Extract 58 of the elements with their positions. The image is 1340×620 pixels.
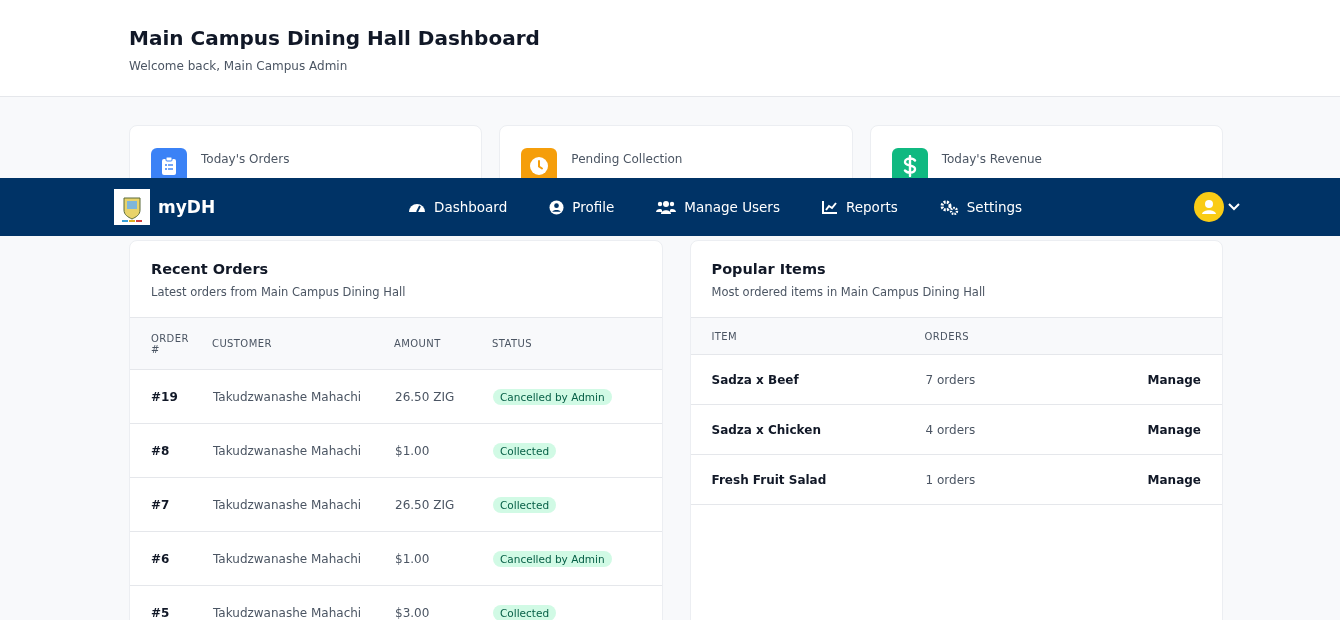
order-count: 4 orders (925, 422, 976, 437)
line-chart-icon (821, 200, 838, 214)
order-amount: 26.50 ZIG (395, 389, 455, 404)
manage-link[interactable]: Manage (1147, 372, 1201, 387)
nav-link[interactable]: Profile (549, 199, 615, 215)
order-number: #7 (151, 497, 171, 512)
nav-link[interactable]: Dashboard (408, 199, 508, 215)
user-menu[interactable] (1194, 192, 1240, 222)
column-header: CUSTOMER (212, 338, 272, 349)
status-badge: Cancelled by Admin (493, 550, 612, 567)
customer-name: Takudzwanashe Mahachi (213, 551, 362, 566)
stat-label: Today's Orders (201, 152, 290, 166)
order-amount: $1.00 (395, 443, 430, 458)
order-count: 7 orders (925, 372, 976, 387)
gears-icon (939, 199, 959, 215)
customer-name: Takudzwanashe Mahachi (213, 389, 362, 404)
column-header: ORDER # (151, 332, 190, 355)
status-badge: Collected (493, 442, 557, 459)
page-title: Main Campus Dining Hall Dashboard (129, 26, 541, 50)
stat-label: Today's Revenue (941, 152, 1042, 166)
order-amount: 26.50 ZIG (395, 497, 455, 512)
order-amount: $1.00 (395, 551, 430, 566)
customer-name: Takudzwanashe Mahachi (213, 443, 362, 458)
nav-link[interactable]: Manage Users (656, 199, 780, 215)
column-header: AMOUNT (394, 338, 441, 349)
order-number: #6 (151, 551, 171, 566)
order-number: #5 (151, 605, 171, 620)
order-number: #8 (151, 443, 171, 458)
column-header: ORDERS (924, 330, 970, 342)
panel-subtitle: Latest orders from Main Campus Dining Hall (151, 285, 407, 299)
status-badge: Collected (493, 496, 557, 513)
users-icon (656, 200, 677, 214)
order-amount: $3.00 (395, 605, 430, 620)
customer-name: Takudzwanashe Mahachi (213, 605, 362, 620)
panel-title: Popular Items (711, 261, 827, 277)
item-name: Sadza x Beef (711, 372, 799, 387)
user-icon (549, 199, 565, 215)
chevron-down-icon (1228, 203, 1240, 211)
welcome-text: Welcome back, Main Campus Admin (129, 59, 349, 73)
nav-link[interactable]: Reports (821, 199, 898, 215)
status-badge: Cancelled by Admin (493, 388, 612, 405)
column-header: STATUS (492, 338, 532, 349)
manage-link[interactable]: Manage (1147, 472, 1201, 487)
avatar-icon (1194, 192, 1224, 222)
manage-link[interactable]: Manage (1147, 422, 1201, 437)
item-name: Sadza x Chicken (711, 422, 821, 437)
stat-label: Pending Collection (571, 152, 683, 166)
brand-name[interactable]: myDH (158, 197, 216, 217)
panel-title: Recent Orders (151, 261, 270, 277)
logo-icon[interactable] (114, 189, 150, 225)
customer-name: Takudzwanashe Mahachi (213, 497, 362, 512)
order-count: 1 orders (925, 472, 976, 487)
column-header: ITEM (711, 330, 738, 342)
nav-link[interactable]: Settings (939, 199, 1023, 215)
panel-subtitle: Most ordered items in Main Campus Dining Hall (711, 285, 987, 299)
order-number: #19 (151, 389, 179, 404)
status-badge: Collected (493, 604, 557, 620)
item-name: Fresh Fruit Salad (711, 472, 827, 487)
